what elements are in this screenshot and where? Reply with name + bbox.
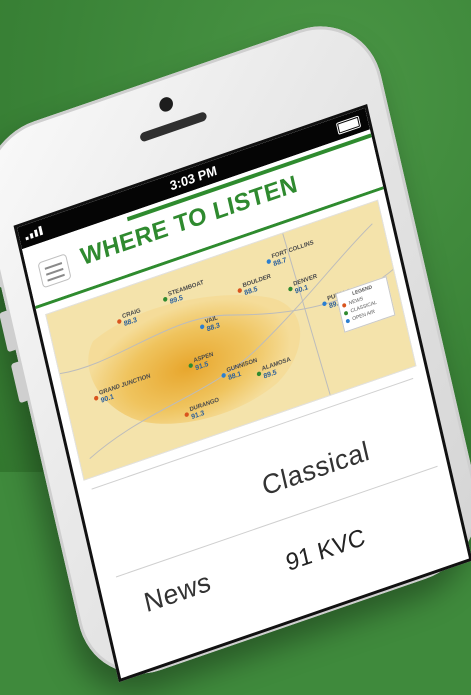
phone-screen: 3:03 PM WHERE TO LISTEN CRAIG 88.3 STEAM…	[13, 103, 471, 683]
frequency-peek: 91 KVC	[283, 523, 368, 577]
classical-dot-icon	[343, 310, 349, 316]
volume-up-button	[0, 309, 18, 353]
phone-device: 3:03 PM WHERE TO LISTEN CRAIG 88.3 STEAM…	[0, 7, 471, 693]
tab-classical[interactable]: Classical	[259, 436, 372, 503]
earpiece-speaker	[139, 110, 208, 143]
news-dot-icon	[341, 302, 347, 308]
mute-switch	[0, 260, 4, 290]
menu-button[interactable]	[37, 253, 72, 289]
scene: 3:03 PM WHERE TO LISTEN CRAIG 88.3 STEAM…	[0, 0, 471, 693]
tab-news[interactable]: News	[141, 566, 214, 619]
open-air-dot-icon	[345, 318, 351, 324]
volume-down-button	[10, 360, 30, 404]
front-camera	[157, 95, 175, 114]
